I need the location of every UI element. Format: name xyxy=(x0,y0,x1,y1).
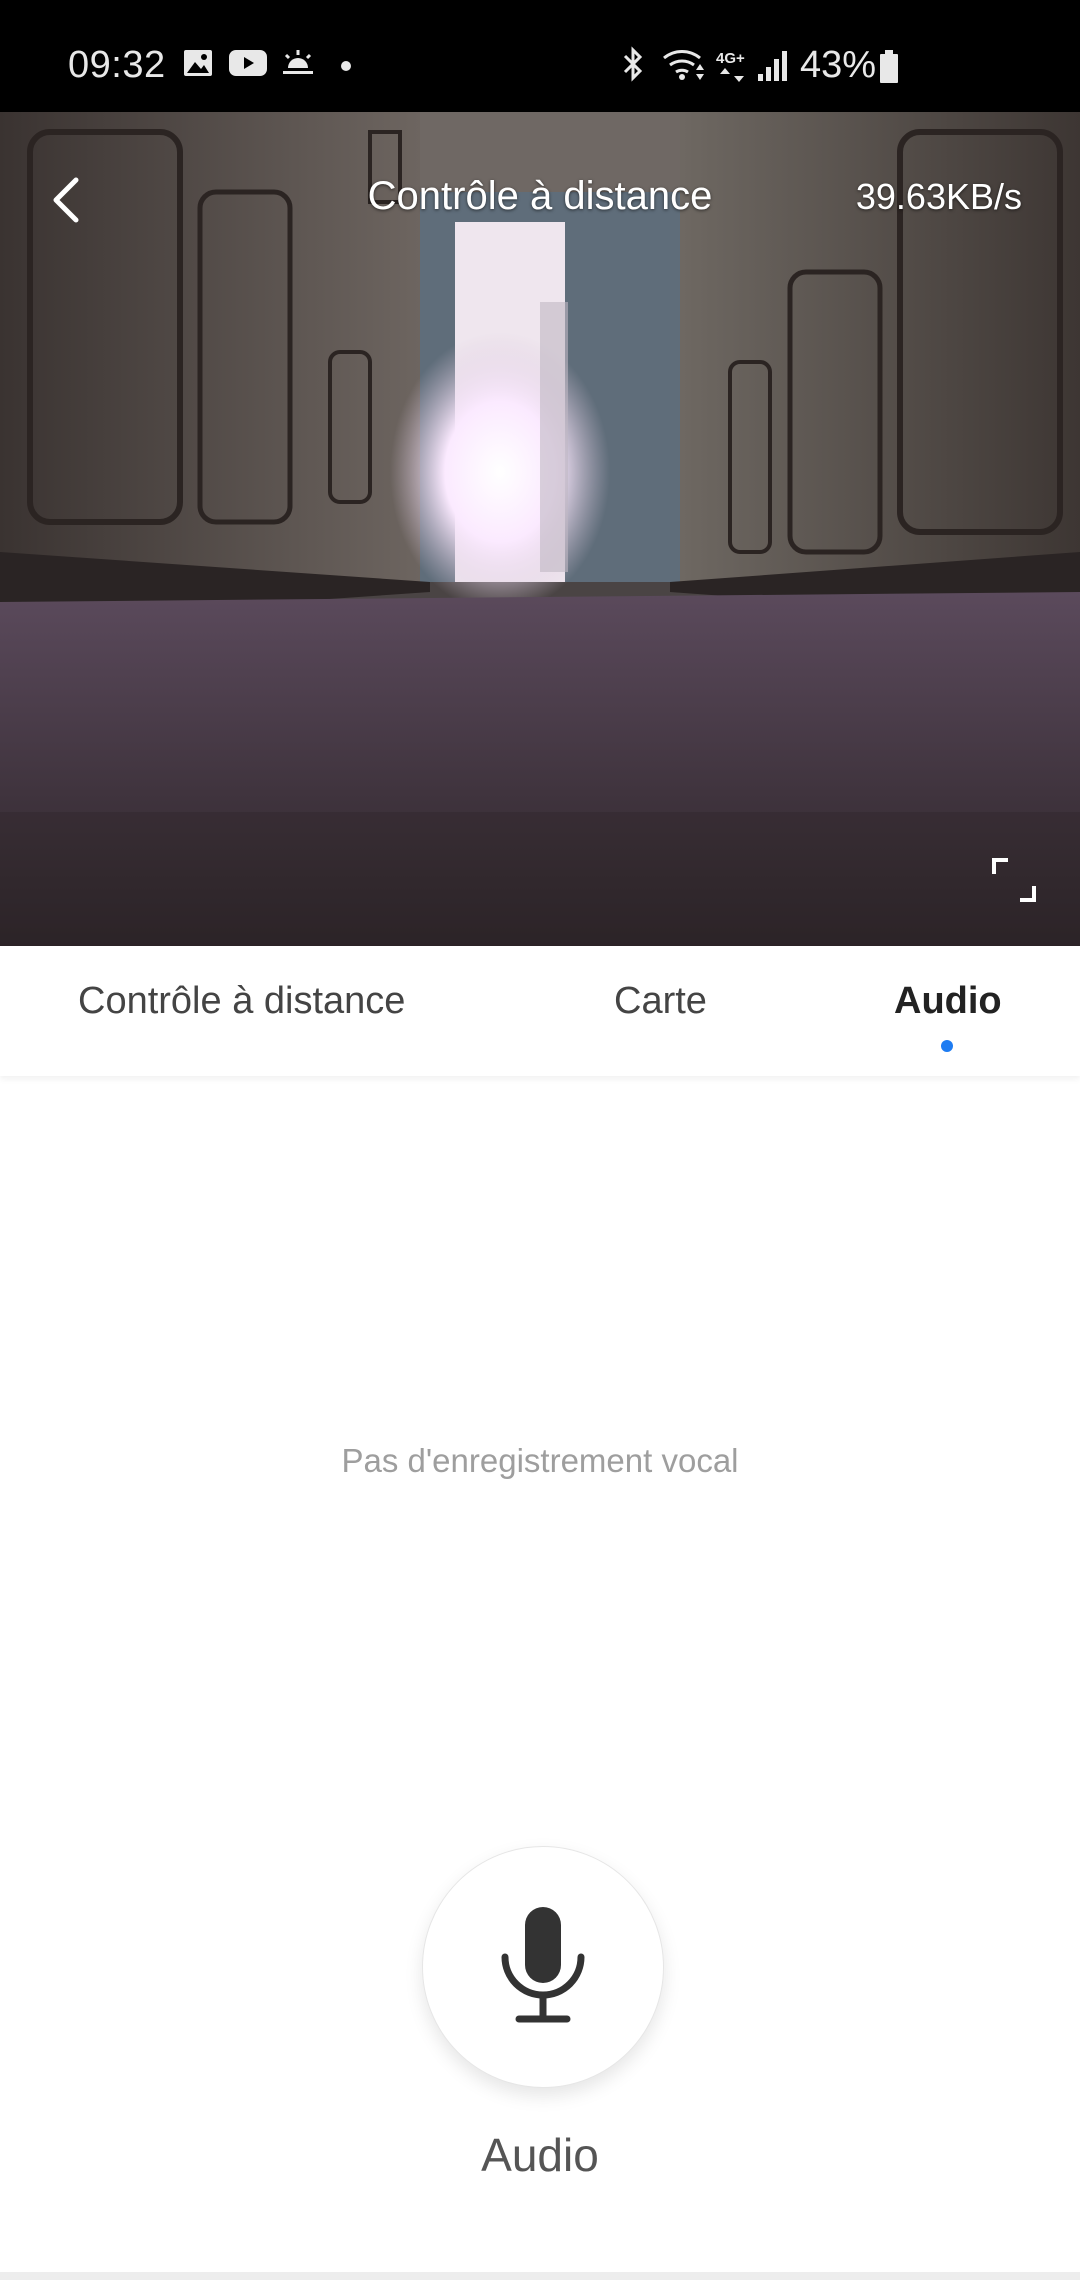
bluetooth-icon xyxy=(623,46,643,82)
dot-icon xyxy=(341,61,351,71)
camera-feed[interactable]: Contrôle à distance 39.63KB/s xyxy=(0,112,1080,946)
audio-record-button[interactable] xyxy=(422,1846,664,2088)
status-time: 09:32 xyxy=(68,44,166,86)
tab-remote-control[interactable]: Contrôle à distance xyxy=(78,980,405,1023)
wifi-icon xyxy=(663,50,704,80)
battery-percent: 43% xyxy=(800,44,877,86)
active-tab-indicator xyxy=(941,1040,953,1052)
microphone-icon xyxy=(501,1907,585,2023)
tab-audio[interactable]: Audio xyxy=(894,980,1002,1023)
weather-icon xyxy=(283,50,313,74)
gallery-icon xyxy=(184,50,212,76)
tab-map[interactable]: Carte xyxy=(614,980,707,1023)
audio-button-label: Audio xyxy=(481,2129,599,2181)
fullscreen-icon[interactable] xyxy=(990,856,1038,904)
status-bar: 09:32 4G+ 43% xyxy=(0,0,1080,112)
tab-bar: Contrôle à distance Carte Audio xyxy=(0,946,1080,1076)
network-icon: 4G+ xyxy=(716,50,745,67)
bottom-divider xyxy=(0,2272,1080,2280)
network-arrows-icon xyxy=(720,68,744,82)
youtube-icon xyxy=(229,50,267,76)
camera-image xyxy=(0,112,1080,946)
data-rate: 39.63KB/s xyxy=(855,176,1022,217)
signal-icon xyxy=(758,51,787,81)
battery-icon xyxy=(880,50,898,83)
empty-recordings-message: Pas d'enregistrement vocal xyxy=(341,1442,739,1479)
